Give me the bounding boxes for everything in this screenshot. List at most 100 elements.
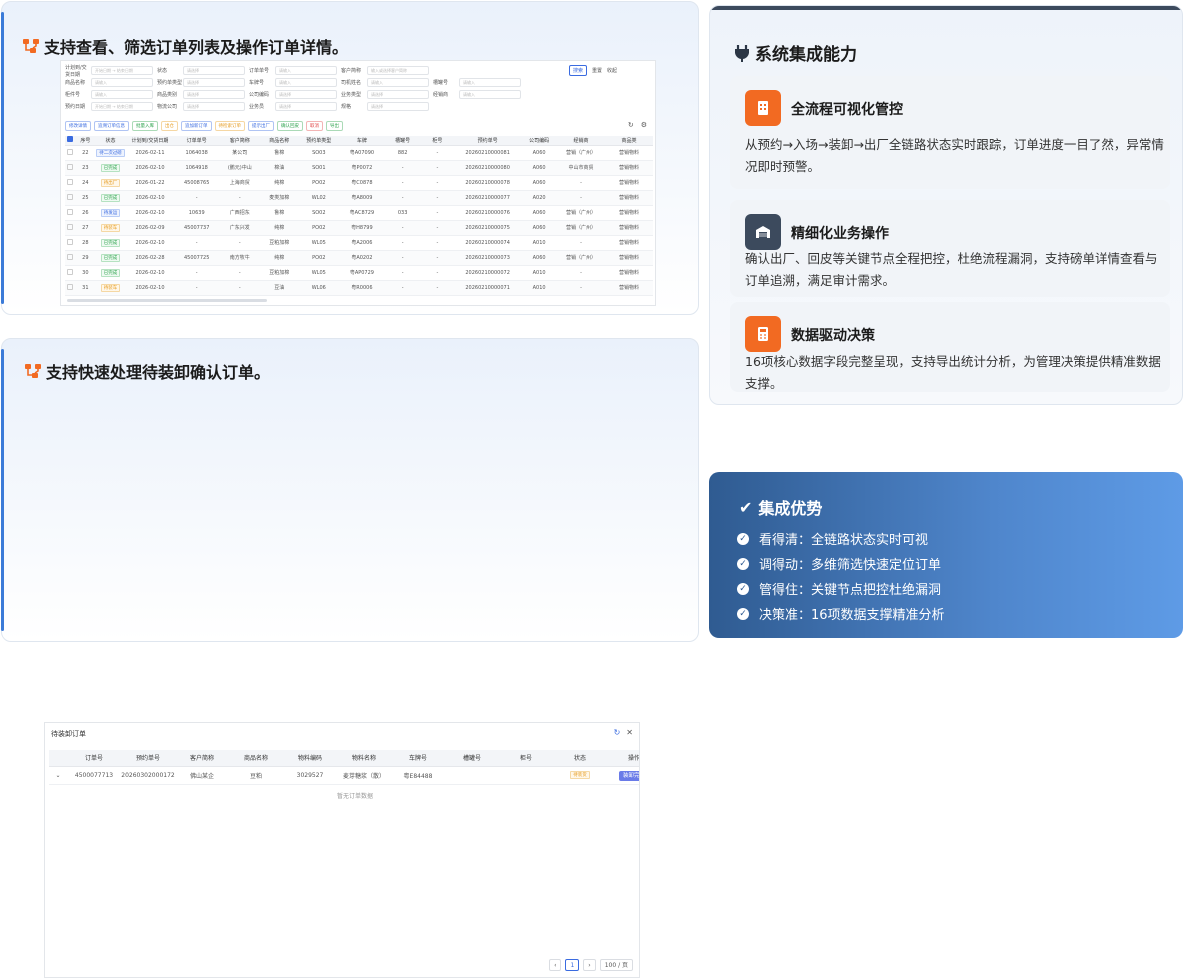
column-header: 物料名称 (337, 750, 391, 767)
filter-input[interactable]: 请输入 (91, 90, 153, 99)
refresh-icon[interactable]: ↻ (614, 728, 621, 737)
table-cell: 2026-02-10 (126, 280, 174, 296)
toolbar-button[interactable]: 导出 (326, 121, 343, 131)
filter-input[interactable]: 请选择 (183, 66, 245, 75)
checkbox[interactable] (67, 178, 74, 185)
filter-input[interactable]: 请选择 (183, 78, 245, 87)
calculator-icon (745, 316, 781, 352)
select-all-checkbox[interactable] (65, 136, 76, 146)
filter-label: 订单单号 (249, 68, 270, 74)
filter-input[interactable]: 请输入 (275, 66, 337, 75)
table-row[interactable]: ⌄ 4500077713 20260302000172 佛山某企 豆粕 3029527 麦芽… (49, 766, 639, 785)
prev-page-button[interactable]: ‹ (549, 959, 562, 971)
table-row[interactable]: 30 已完成 2026-02-10- - 豆粕加棉 WL05 粤AP0729- -202602… (65, 265, 653, 281)
filter-input[interactable]: 请选择 (367, 90, 429, 99)
table-cell: 28 (75, 235, 95, 251)
row-checkbox-cell[interactable] (65, 265, 76, 281)
horizontal-scrollbar[interactable] (67, 299, 267, 302)
table-row[interactable]: 27 待装车 2026-02-09 45007737 广东兴发 纯棉 PO02 粤H8799-… (65, 220, 653, 236)
checkbox[interactable] (67, 223, 74, 230)
filter-input[interactable]: 输入或选择客户简称 (367, 66, 429, 75)
row-checkbox-cell[interactable] (65, 235, 76, 251)
checkbox[interactable] (67, 193, 74, 200)
row-checkbox-cell[interactable] (65, 220, 76, 236)
filter-input[interactable]: 请选择 (183, 90, 245, 99)
checkbox[interactable] (67, 148, 74, 155)
row-checkbox-cell[interactable] (65, 250, 76, 266)
table-row[interactable]: 29 已完成 2026-02-28 45007725 南方牧牛 纯棉 PO02 粤A0202-… (65, 250, 653, 266)
checkbox[interactable] (67, 238, 74, 245)
checkbox[interactable] (67, 253, 74, 260)
toolbar-button[interactable]: 修改详情 (65, 121, 91, 131)
advantage-text: 调得动：多维筛选快速定位订单 (759, 558, 942, 573)
table-cell: 麦芽糖浆（散） (337, 766, 391, 785)
table-cell: 鲁棉 (260, 145, 299, 161)
filter-input[interactable]: 请选择 (367, 102, 429, 111)
table-cell: - (384, 235, 421, 251)
settings-icon[interactable]: ⚙ (641, 121, 647, 129)
table-cell: 25 (75, 190, 95, 206)
filter-input[interactable]: 请选择 (183, 102, 245, 111)
filter-input[interactable]: 请选择 (275, 102, 337, 111)
refresh-icon[interactable]: ↻ (628, 121, 634, 129)
table-row[interactable]: 28 已完成 2026-02-10- - 豆粕加棉 WL05 粤A2006- -2026021… (65, 235, 653, 251)
page-number[interactable]: 1 (565, 959, 580, 971)
table-row[interactable]: 23 已完成 2026-02-10 1064918 (鹏元)中山 棉油 SO01 粤P0072… (65, 160, 653, 176)
table-row[interactable]: 24 待出厂 2026-01-22 45008765 上海商贸 纯棉 PO02 粤C0878-… (65, 175, 653, 191)
filter-input[interactable]: 请输入 (459, 90, 521, 99)
toolbar-button[interactable]: 追溯订单信息 (94, 121, 129, 131)
table-cell: 某公司 (219, 145, 261, 161)
reset-button[interactable]: 重置 (592, 67, 602, 74)
table-cell: 待发运 (94, 205, 127, 221)
expand-icon[interactable]: ⌄ (49, 766, 67, 785)
table-cell: 24 (75, 175, 95, 191)
filter-input[interactable]: 请输入 (367, 78, 429, 87)
table-row[interactable]: 22 待二次过磅 2026-02-11 1064038 某公司 鲁棉 SO03 粤A07090… (65, 145, 653, 161)
complete-button[interactable]: 装卸完成 (618, 771, 639, 781)
filter-input[interactable]: 开始日期 → 结束日期 (91, 102, 153, 111)
table-cell: WL02 (298, 190, 340, 206)
row-checkbox-cell[interactable] (65, 160, 76, 176)
close-icon[interactable]: ✕ (626, 728, 633, 737)
toolbar-button[interactable]: 待检索订单 (214, 121, 245, 131)
row-checkbox-cell[interactable] (65, 205, 76, 221)
table-cell: 4500077713 (67, 766, 121, 785)
table-row[interactable]: 25 已完成 2026-02-10- - 麦类加棉 WL02 粤A8009- -2026021… (65, 190, 653, 206)
row-checkbox-cell[interactable] (65, 280, 76, 296)
checkbox[interactable] (67, 283, 74, 290)
advantage-title: ✔ 集成优势 (739, 495, 822, 519)
toolbar-button[interactable]: 出仓 (161, 121, 178, 131)
row-checkbox-cell[interactable] (65, 145, 76, 161)
checkbox[interactable] (67, 208, 74, 215)
filter-label: 公司编码 (249, 92, 270, 98)
table-cell: A060 (521, 205, 558, 221)
column-header: 公司编码 (521, 136, 558, 146)
checkbox[interactable] (67, 268, 74, 275)
table-cell: 已完成 (94, 190, 127, 206)
row-checkbox-cell[interactable] (65, 175, 76, 191)
checkbox[interactable] (67, 163, 74, 170)
toolbar-button[interactable]: 批量入库 (132, 121, 158, 131)
filter-input[interactable]: 请选择 (275, 90, 337, 99)
table-row[interactable]: 26 待发运 2026-02-10 10639 广西招东 鲁棉 SO02 粤AC8729 033… (65, 205, 653, 221)
collapse-button[interactable]: 收起 (607, 67, 617, 74)
next-page-button[interactable]: › (583, 959, 596, 971)
page-size-select[interactable]: 100 / 页 (599, 959, 633, 971)
table-cell: 待装货 (553, 766, 607, 785)
check-circle-icon: ✓ (737, 557, 749, 570)
filter-input[interactable]: 请输入 (91, 78, 153, 87)
filter-input[interactable]: 请输入 (459, 78, 521, 87)
table-row[interactable]: 31 待装车 2026-02-10- - 豆油 WL06 粤R0006- -202602100… (65, 280, 653, 296)
search-button[interactable]: 搜索 (569, 65, 588, 76)
filter-input[interactable]: 开始日期 → 结束日期 (91, 66, 153, 75)
toolbar-button[interactable]: 取消 (306, 121, 323, 131)
filter-input[interactable]: 请输入 (275, 78, 337, 87)
table-cell: 3029527 (283, 766, 337, 785)
toolbar-button[interactable]: 追加新订单 (181, 121, 212, 131)
toolbar-button[interactable]: 确认回皮 (277, 121, 303, 131)
advantage-item: ✓ 管得住：关键节点把控杜绝漏洞 (737, 579, 941, 598)
row-checkbox-cell[interactable] (65, 190, 76, 206)
pagination: ‹ 1 › 100 / 页 (549, 959, 633, 971)
checkbox[interactable] (67, 136, 74, 143)
toolbar-button[interactable]: 提示出厂 (248, 121, 274, 131)
